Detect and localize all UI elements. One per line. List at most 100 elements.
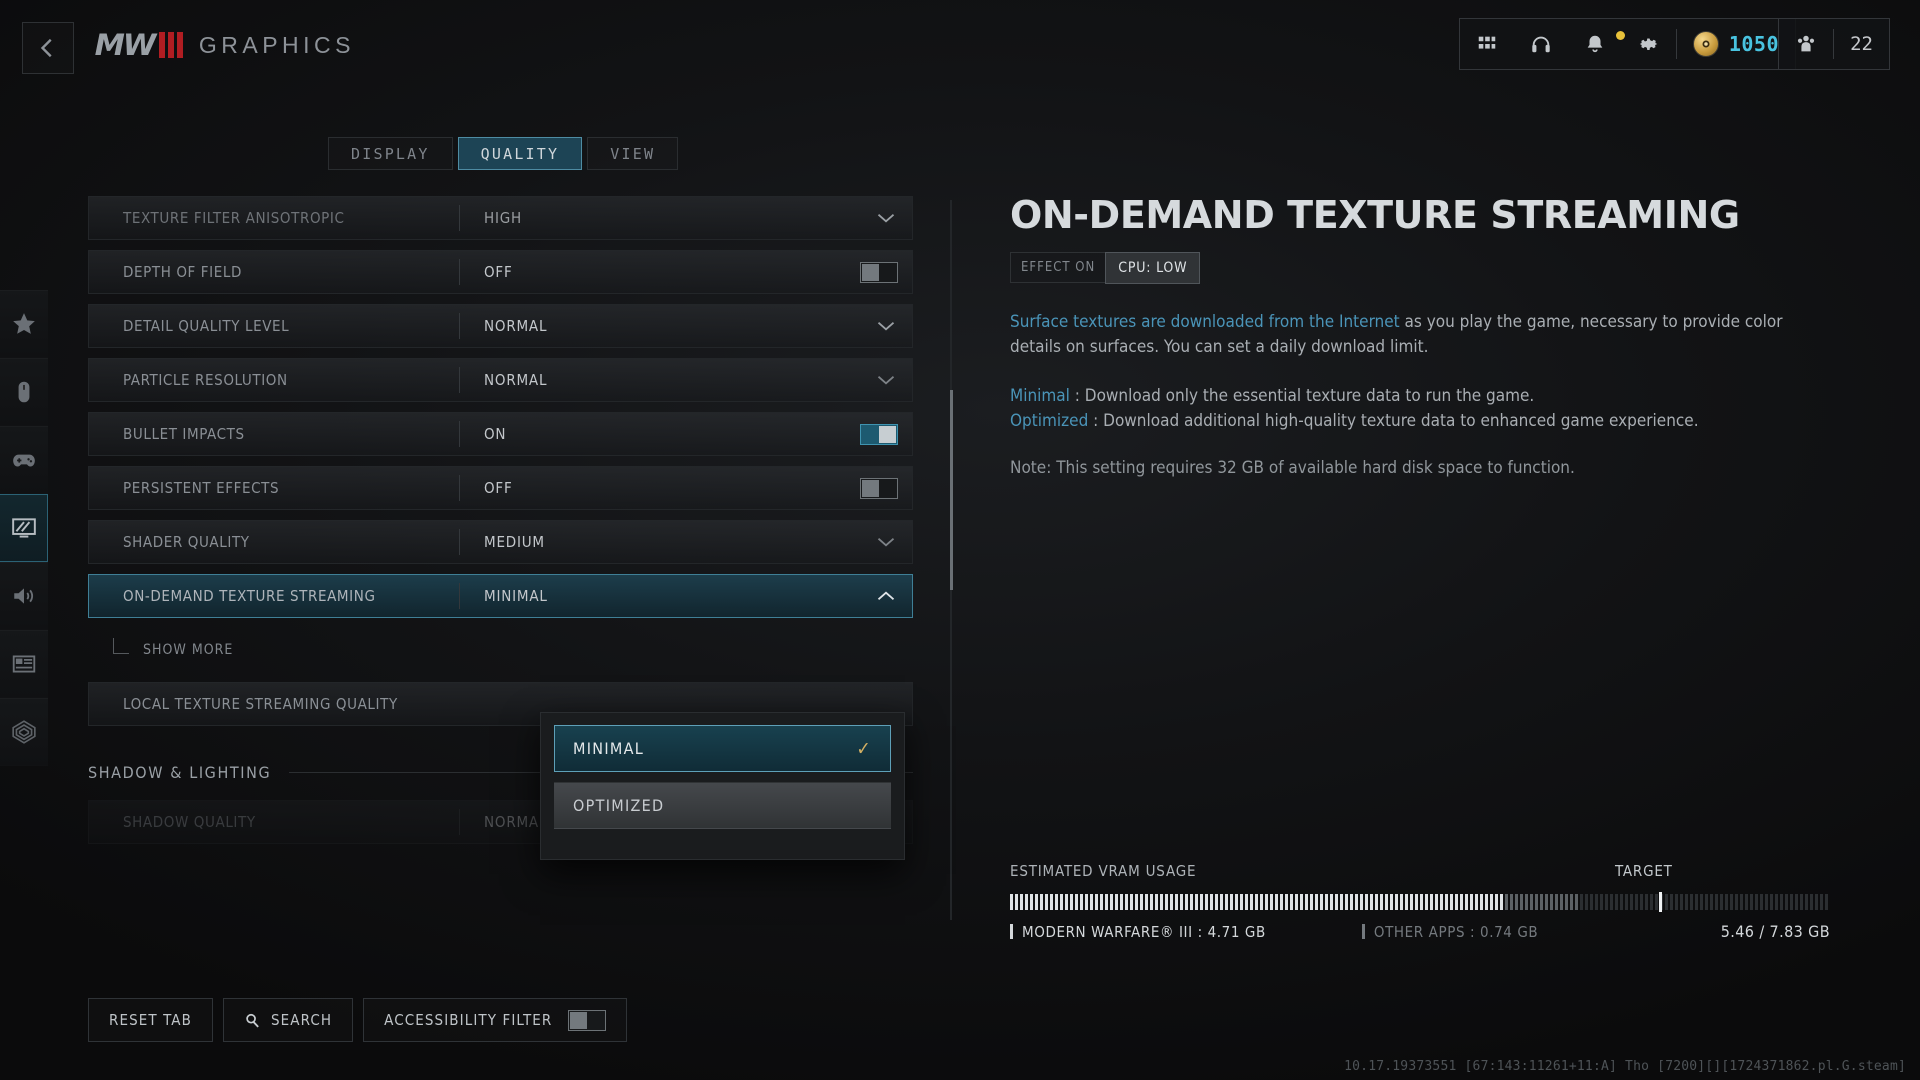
squad-count: 22 [1850,33,1873,55]
vram-segment [1310,894,1313,910]
accessibility-filter-button[interactable]: ACCESSIBILITY FILTER [363,998,628,1042]
vram-segment [1485,894,1488,910]
logo-bars-icon [158,32,183,58]
search-button[interactable]: SEARCH [222,998,354,1042]
vram-segment [1225,894,1228,910]
vram-segment [1620,894,1623,910]
setting-value: OFF [484,479,513,497]
vram-segment [1335,894,1338,910]
vram-segment [1575,894,1578,910]
vram-legend-game: MODERN WARFARE® III : 4.71 GB [1010,923,1266,941]
cpu-impact-badge: CPU: LOW [1105,251,1201,284]
setting-label: ON-DEMAND TEXTURE STREAMING [123,587,376,605]
vram-segment [1285,894,1288,910]
setting-label: DEPTH OF FIELD [123,263,242,281]
vram-segment [1050,894,1053,910]
rail-item-account[interactable] [0,698,48,766]
setting-row-shader-quality[interactable]: SHADER QUALITY MEDIUM [88,520,913,564]
setting-row-particle-resolution[interactable]: PARTICLE RESOLUTION NORMAL [88,358,913,402]
desc-gap [1010,360,1830,384]
dropdown-option-optimized[interactable]: OPTIMIZED [554,782,891,829]
toggle-switch[interactable] [860,477,898,499]
vram-segment [1260,894,1263,910]
dropdown-option-minimal[interactable]: MINIMAL ✓ [554,725,891,772]
vram-segment [1360,894,1363,910]
rail-item-mouse-keyboard[interactable] [0,358,48,426]
audio-chat-button[interactable] [1514,33,1568,55]
setting-subrow-show-more[interactable]: SHOW MORE [88,628,913,672]
setting-row-depth-of-field[interactable]: DEPTH OF FIELD OFF [88,250,913,294]
vram-total: 5.46 / 7.83 GB [1720,922,1830,941]
legend-label: MODERN WARFARE® III : 4.71 GB [1022,922,1266,941]
tab-quality[interactable]: QUALITY [457,137,583,170]
vram-segment [1550,894,1553,910]
vram-segment [1545,894,1548,910]
toggle-switch[interactable] [860,423,898,445]
vram-segment [1725,894,1728,910]
notifications-button[interactable] [1568,31,1625,55]
chevron-down-icon[interactable] [860,320,912,332]
vram-segment [1380,894,1383,910]
vram-segment [1210,894,1213,910]
setting-row-on-demand-texture-streaming[interactable]: ON-DEMAND TEXTURE STREAMING MINIMAL [88,574,913,618]
vram-segment [1045,894,1048,910]
vram-segment [1195,894,1198,910]
vram-segment [1535,894,1538,910]
chevron-down-icon[interactable] [860,374,912,386]
toggle-switch[interactable] [860,261,898,283]
effect-on-label: EFFECT ON [1010,252,1106,284]
vram-segment [1665,894,1668,910]
vram-segment [1510,894,1513,910]
chevron-up-icon[interactable] [860,590,912,602]
vram-segment [1750,894,1753,910]
settings-button[interactable] [1622,33,1676,55]
setting-row-persistent-effects[interactable]: PERSISTENT EFFECTS OFF [88,466,913,510]
vram-segment [1280,894,1283,910]
legend-tick [1010,924,1013,939]
vram-segment [1320,894,1323,910]
rail-item-controller[interactable] [0,426,48,494]
tab-view[interactable]: VIEW [587,137,679,170]
setting-row-bullet-impacts[interactable]: BULLET IMPACTS ON [88,412,913,456]
check-icon: ✓ [856,737,872,760]
scrollbar-thumb[interactable] [950,390,953,590]
vram-segment [1160,894,1163,910]
vram-segment [1220,894,1223,910]
vram-segment [1180,894,1183,910]
chevron-down-icon[interactable] [860,212,912,224]
reset-tab-button[interactable]: RESET TAB [88,998,213,1042]
desc-highlight: Surface textures are downloaded from the… [1010,311,1400,332]
rail-item-audio[interactable] [0,562,48,630]
vram-segment [1595,894,1598,910]
tab-display[interactable]: DISPLAY [328,137,453,170]
rail-item-graphics[interactable] [0,494,48,562]
monitor-icon [11,518,36,538]
squad-badge[interactable]: 22 [1778,18,1890,70]
vram-segment [1730,894,1733,910]
vram-segment [1250,894,1253,910]
vram-segment [1055,894,1058,910]
vram-segment [1340,894,1343,910]
squad-icon [1798,35,1815,52]
apps-grid-button[interactable] [1460,33,1514,55]
section-label: SHADOW & LIGHTING [88,762,272,782]
accessibility-toggle[interactable] [568,1009,607,1031]
setting-row-detail-quality-level[interactable]: DETAIL QUALITY LEVEL NORMAL [88,304,913,348]
vram-segment [1230,894,1233,910]
rail-item-interface[interactable] [0,630,48,698]
rail-item-favorites[interactable] [0,290,48,358]
vram-segment [1080,894,1083,910]
graphics-settings-screen: MW GRAPHICS 1050 22 DISPLAY QUALITY VIEW… [0,0,1920,1080]
vram-segment [1585,894,1588,910]
vram-target-tick [1659,892,1663,912]
vram-segment [1635,894,1638,910]
chevron-down-icon[interactable] [860,536,912,548]
setting-label: SHADER QUALITY [123,533,250,551]
accessibility-filter-label: ACCESSIBILITY FILTER [384,1011,553,1029]
setting-row-texture-filter-anisotropic[interactable]: TEXTURE FILTER ANISOTROPIC HIGH [88,196,913,240]
vram-segment [1135,894,1138,910]
star-icon [13,313,35,334]
back-button[interactable] [22,22,74,74]
vram-segment [1605,894,1608,910]
vram-segment [1695,894,1698,910]
